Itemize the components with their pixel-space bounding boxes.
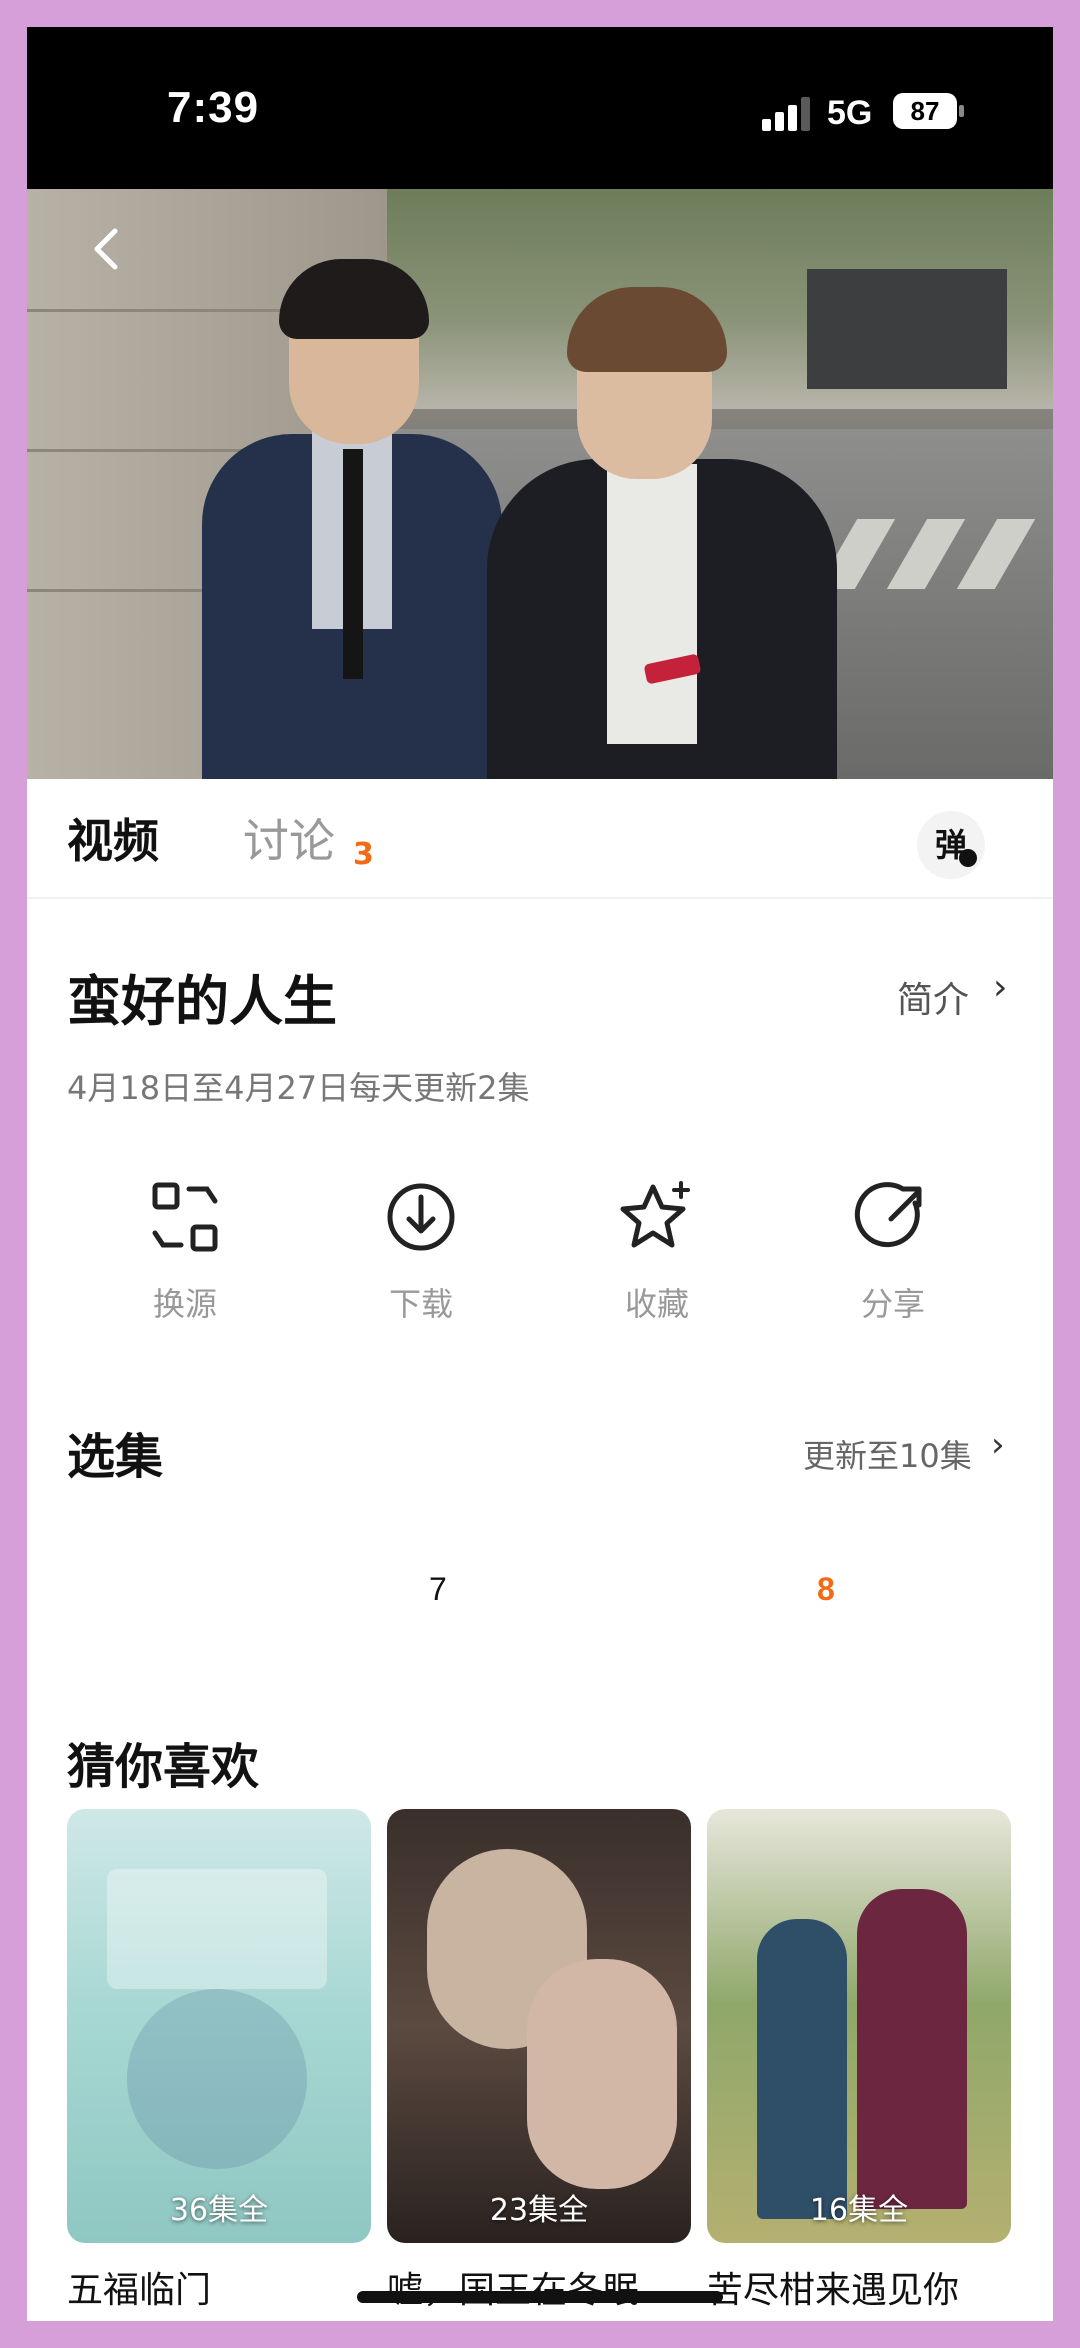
content-tabs: 视频 讨论 3 弹	[27, 779, 1053, 899]
share-button[interactable]: 分享	[813, 1177, 973, 1347]
chevron-right-icon[interactable]: ›	[991, 1425, 1005, 1465]
action-label: 换源	[152, 1285, 217, 1323]
switch-source-icon	[152, 1182, 218, 1252]
episodes-title: 选集	[67, 1429, 164, 1485]
danmaku-check-icon	[959, 849, 977, 867]
phone-screen: 7:39 5G 87 视频 讨论 3 弹 蛮好的人生 简介 › 4月18日至4月…	[27, 27, 1053, 2321]
update-schedule: 4月18日至4月27日每天更新2集	[67, 1069, 530, 1107]
back-button[interactable]	[87, 219, 147, 279]
episode-count: 23集全	[489, 2193, 589, 2228]
tab-discuss[interactable]: 讨论	[243, 805, 335, 871]
action-label: 分享	[860, 1285, 925, 1323]
episode-item[interactable]: 7	[429, 1571, 447, 1608]
poster-art	[127, 1989, 307, 2169]
poster-art	[527, 1959, 677, 2189]
recommendations-title: 猜你喜欢	[67, 1739, 260, 1795]
rec-card-poster[interactable]: 16集全	[707, 1809, 1011, 2243]
chevron-left-icon	[94, 228, 118, 270]
home-indicator[interactable]	[357, 2291, 723, 2303]
favorite-star-icon	[620, 1181, 690, 1248]
rec-card-title[interactable]: 苦尽柑来遇见你	[707, 2261, 1027, 2313]
video-player[interactable]	[27, 189, 1053, 779]
download-button[interactable]: 下载	[341, 1177, 501, 1347]
rec-card-poster[interactable]: 23集全	[387, 1809, 691, 2243]
network-type: 5G	[827, 94, 873, 132]
video-woman-shirt	[607, 464, 697, 744]
discuss-count-badge: 3	[353, 837, 374, 872]
episode-count: 36集全	[169, 2193, 269, 2228]
status-bar: 7:39 5G 87	[27, 27, 1053, 189]
share-icon	[854, 1182, 922, 1248]
show-title: 蛮好的人生	[67, 970, 337, 1033]
chevron-right-icon[interactable]: ›	[993, 967, 1007, 1008]
poster-art	[757, 1919, 847, 2219]
episode-count: 16集全	[809, 2193, 909, 2228]
episode-item-active[interactable]: 8	[817, 1571, 835, 1608]
tab-video[interactable]: 视频	[67, 805, 159, 871]
battery-cap	[959, 105, 964, 117]
action-bar: 换源 下载 收藏 分享	[27, 1177, 1053, 1357]
status-time: 7:39	[167, 83, 260, 132]
episodes-more-link[interactable]: 更新至10集	[803, 1431, 972, 1477]
action-label: 收藏	[624, 1285, 689, 1323]
rec-card-title[interactable]: 五福临门	[67, 2261, 211, 2313]
battery-icon: 87	[893, 93, 957, 129]
switch-source-button[interactable]: 换源	[105, 1177, 265, 1347]
poster-art	[857, 1889, 967, 2209]
favorite-button[interactable]: 收藏	[577, 1177, 737, 1347]
rec-card-title[interactable]: 嘘，国王在冬眠	[387, 2261, 691, 2313]
danmaku-toggle-button[interactable]: 弹	[917, 811, 985, 879]
intro-link[interactable]: 简介	[897, 971, 969, 1023]
action-label: 下载	[388, 1285, 453, 1323]
video-man-tie	[343, 449, 363, 679]
poster-art	[107, 1869, 327, 1989]
rec-card-poster[interactable]: 36集全	[67, 1809, 371, 2243]
signal-icon	[762, 97, 810, 131]
download-icon	[387, 1183, 455, 1251]
video-scene-building	[807, 269, 1007, 389]
